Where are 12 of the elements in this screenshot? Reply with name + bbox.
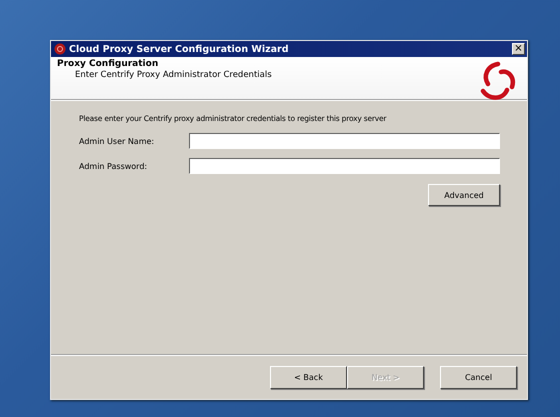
page-subtitle: Enter Centrify Proxy Administrator Credentials <box>74 70 272 80</box>
input-field[interactable] <box>189 133 500 149</box>
page-title: Proxy Configuration <box>57 59 160 69</box>
advanced-button[interactable]: Advanced <box>428 184 500 206</box>
close-button[interactable]: × <box>512 43 525 55</box>
app-icon <box>54 43 66 55</box>
wizard-button[interactable]: Cancel <box>440 366 517 388</box>
window-title: Cloud Proxy Server Configuration Wizard <box>69 44 290 54</box>
field-label: Admin User Name: <box>79 136 156 146</box>
input-field[interactable] <box>189 158 500 174</box>
field-label: Admin Password: <box>79 162 148 170</box>
wizard-button[interactable]: < Back <box>270 366 347 388</box>
